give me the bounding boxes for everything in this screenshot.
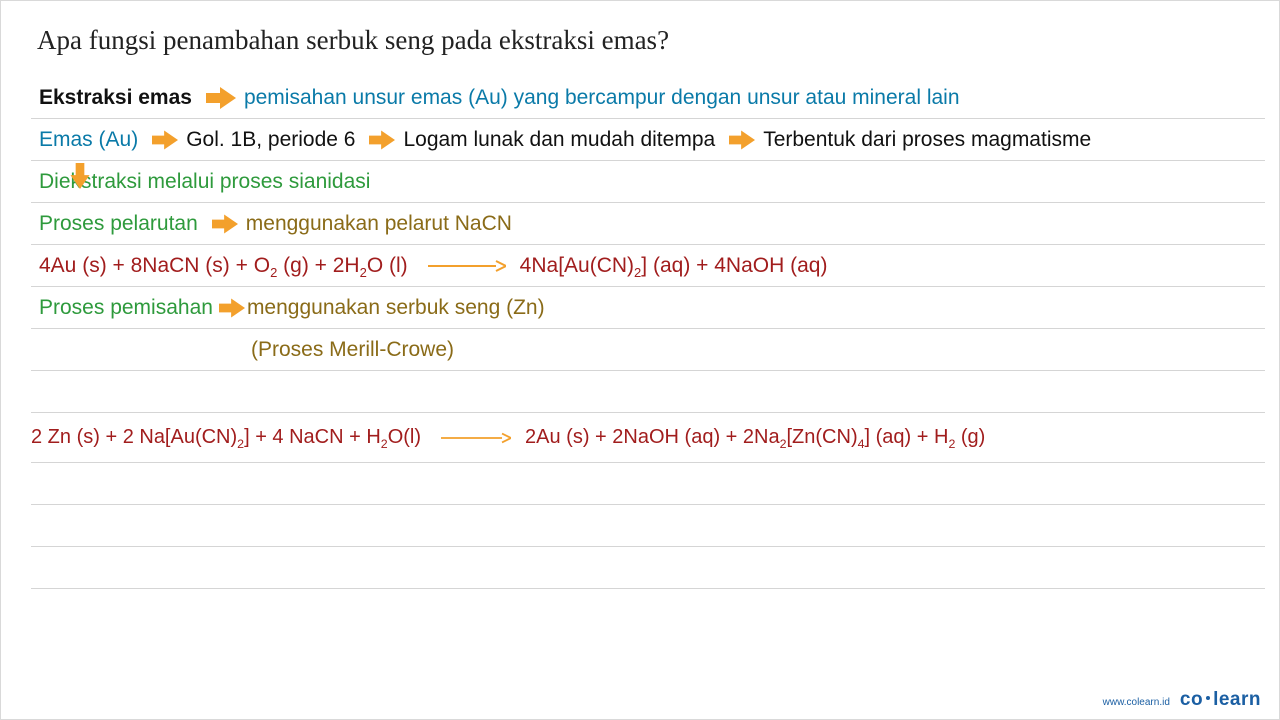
eq2-lhs: 2 Zn (s) + 2 Na[Au(CN)2] + 4 NaCN + H2O(… [31,426,421,449]
arrow-right-icon [152,129,178,151]
eq1-lhs: 4Au (s) + 8NaCN (s) + O2 (g) + 2H2O (l) [39,254,408,278]
reaction-arrow-icon [428,259,506,273]
eq2-rhs: 2Au (s) + 2NaOH (aq) + 2Na2[Zn(CN)4] (aq… [525,426,985,449]
row-properties: Emas (Au) Gol. 1B, periode 6 Logam lunak… [31,119,1265,161]
row-blank [31,371,1265,413]
reaction-arrow-icon [441,431,511,445]
row-equation-1: 4Au (s) + 8NaCN (s) + O2 (g) + 2H2O (l) … [31,245,1265,287]
arrow-right-icon [729,129,755,151]
row-separation: Proses pemisahan menggunakan serbuk seng… [31,287,1265,329]
separation-zinc: menggunakan serbuk seng (Zn) [247,296,545,320]
separation-label: Proses pemisahan [39,296,213,320]
row-equation-2: 2 Zn (s) + 2 Na[Au(CN)2] + 4 NaCN + H2O(… [31,413,1265,463]
dissolution-solvent: menggunakan pelarut NaCN [246,212,512,236]
row-definition: Ekstraksi emas pemisahan unsur emas (Au)… [31,77,1265,119]
dissolution-label: Proses pelarutan [39,212,198,236]
emas-label: Emas (Au) [39,128,138,152]
slide-title: Apa fungsi penambahan serbuk seng pada e… [1,1,1279,70]
brand-logo: colearn [1180,689,1261,711]
row-cyanidation: Diekstraksi melalui proses sianidasi [31,161,1265,203]
slide: Apa fungsi penambahan serbuk seng pada e… [0,0,1280,720]
row-blank [31,547,1265,589]
arrow-right-icon [206,86,236,110]
row-merill-crowe: (Proses Merill-Crowe) [31,329,1265,371]
label-ekstraksi: Ekstraksi emas [39,86,192,110]
definition-text: pemisahan unsur emas (Au) yang bercampur… [244,86,960,110]
row-blank [31,463,1265,505]
row-dissolution: Proses pelarutan menggunakan pelarut NaC… [31,203,1265,245]
merill-crowe-text: (Proses Merill-Crowe) [251,338,454,362]
footer: www.colearn.id colearn [1103,689,1261,711]
property-magma: Terbentuk dari proses magmatisme [763,128,1091,152]
content-area: Ekstraksi emas pemisahan unsur emas (Au)… [31,77,1265,589]
property-soft: Logam lunak dan mudah ditempa [403,128,715,152]
dot-icon [1206,696,1210,700]
arrow-right-icon [219,297,245,319]
arrow-right-icon [212,213,238,235]
group-period: Gol. 1B, periode 6 [186,128,355,152]
row-blank [31,505,1265,547]
arrow-right-icon [369,129,395,151]
eq1-rhs: 4Na[Au(CN)2] (aq) + 4NaOH (aq) [520,254,828,278]
footer-url: www.colearn.id [1103,697,1170,708]
arrow-down-icon [69,163,91,194]
